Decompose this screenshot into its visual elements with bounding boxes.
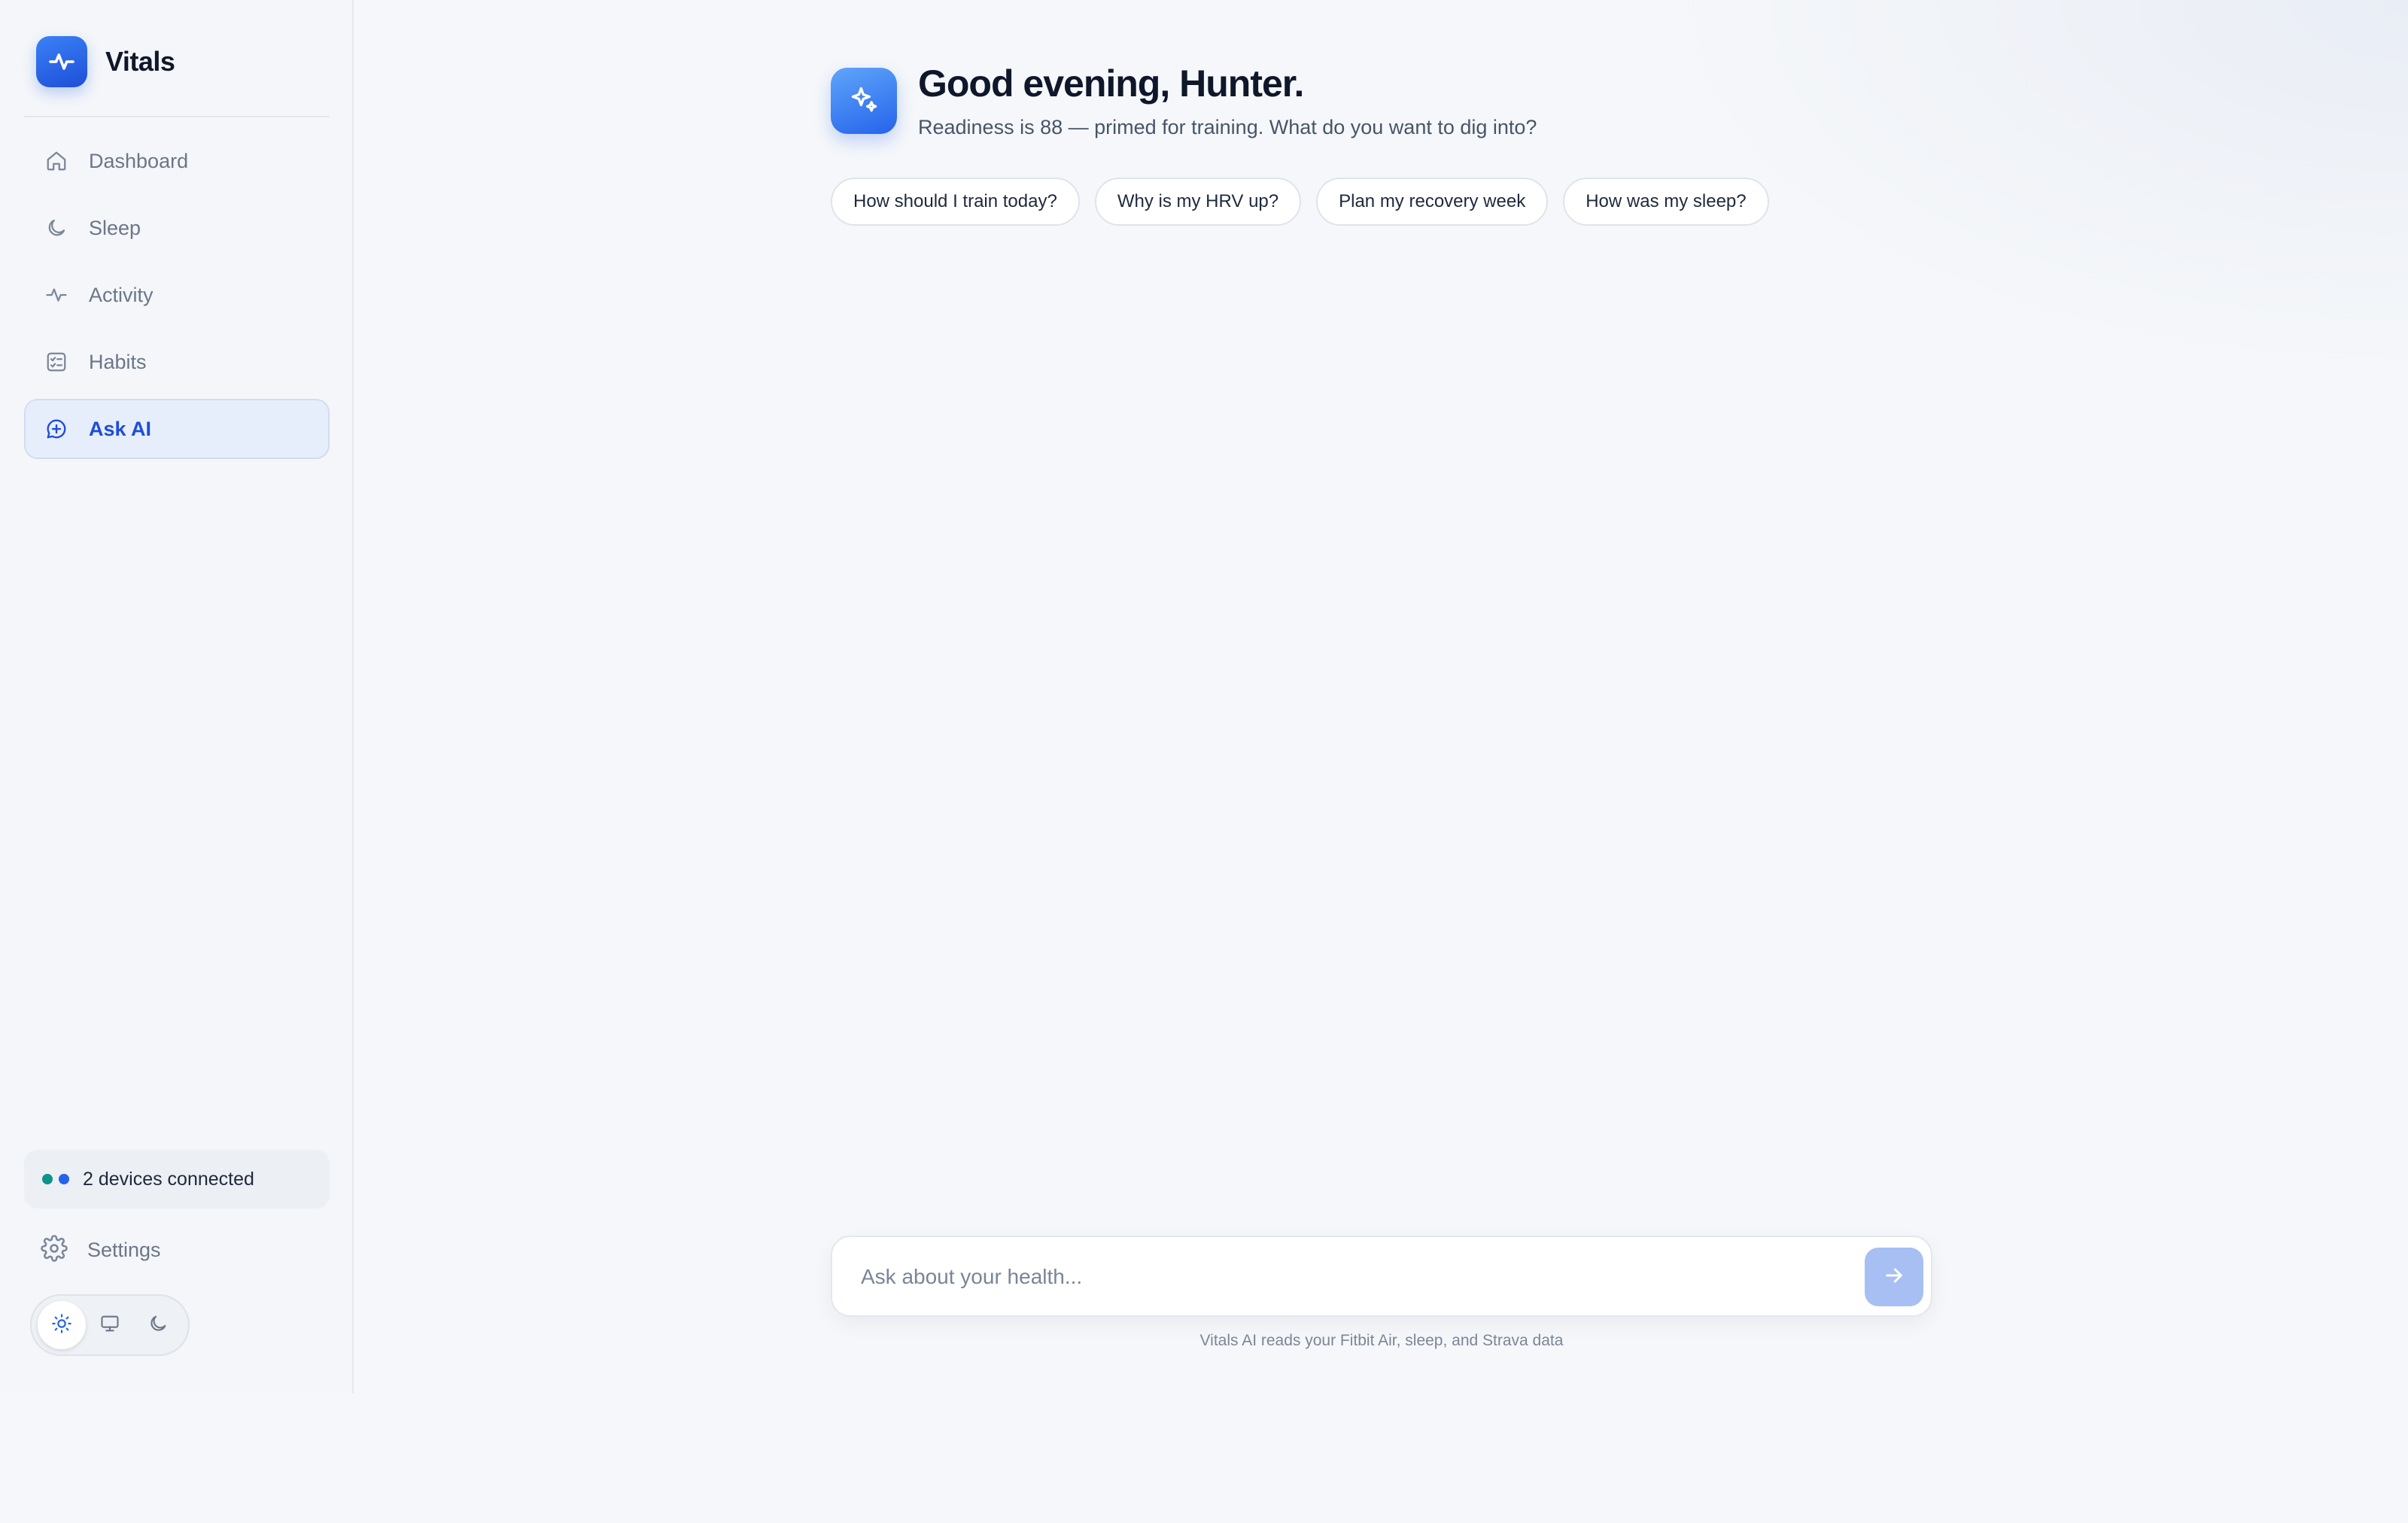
chat-sparkle-icon	[44, 416, 69, 442]
devices-label: 2 devices connected	[83, 1168, 254, 1190]
chat-input[interactable]	[861, 1255, 1839, 1299]
page-title: Good evening, Hunter.	[918, 62, 1304, 105]
sidebar-item-sleep[interactable]: Sleep	[24, 198, 330, 258]
home-icon	[44, 148, 69, 174]
divider	[24, 116, 330, 117]
suggestion-chip[interactable]: Plan my recovery week	[1316, 178, 1549, 226]
sidebar-item-label: Sleep	[89, 216, 141, 239]
chat-composer	[831, 1236, 1932, 1317]
settings-button[interactable]: Settings	[24, 1221, 330, 1279]
suggestion-chip[interactable]: How should I train today?	[831, 178, 1080, 226]
monitor-icon	[99, 1313, 120, 1338]
sidebar: Vitals Dashboard Sleep Activity Habits A…	[0, 0, 354, 1394]
pulse-icon	[36, 36, 87, 87]
sidebar-item-activity[interactable]: Activity	[24, 265, 330, 325]
device-dot	[59, 1174, 69, 1184]
theme-switcher	[30, 1294, 190, 1356]
app-name: Vitals	[105, 46, 175, 77]
app-window: Vitals Dashboard Sleep Activity Habits A…	[0, 0, 2408, 1394]
page-background	[0, 1394, 2408, 1523]
composer-footnote: Vitals AI reads your Fitbit Air, sleep, …	[1199, 1332, 1564, 1349]
brand[interactable]: Vitals	[36, 36, 175, 87]
moon-icon	[147, 1313, 169, 1338]
sparkle-icon	[831, 68, 897, 134]
arrow-right-icon	[1882, 1263, 1906, 1291]
gear-icon	[41, 1234, 68, 1266]
settings-label: Settings	[87, 1238, 161, 1261]
sidebar-item-habits[interactable]: Habits	[24, 332, 330, 392]
theme-system-button[interactable]	[86, 1301, 134, 1349]
page-subtitle: Readiness is 88 — primed for training. W…	[918, 116, 1537, 138]
theme-light-button[interactable]	[38, 1301, 86, 1349]
sidebar-item-label: Ask AI	[89, 417, 152, 440]
checklist-icon	[44, 349, 69, 375]
send-button[interactable]	[1865, 1248, 1923, 1306]
sidebar-nav: Dashboard Sleep Activity Habits Ask AI	[24, 131, 330, 466]
sun-icon	[51, 1313, 72, 1338]
sidebar-item-label: Dashboard	[89, 149, 189, 172]
device-dot	[42, 1174, 53, 1184]
suggestion-chip[interactable]: How was my sleep?	[1563, 178, 1769, 226]
sidebar-item-label: Habits	[89, 350, 147, 373]
main-panel: Good evening, Hunter. Readiness is 88 — …	[355, 0, 2408, 1394]
sidebar-item-label: Activity	[89, 283, 154, 306]
devices-status[interactable]: 2 devices connected	[24, 1150, 330, 1208]
activity-icon	[44, 282, 69, 308]
sidebar-item-ask-ai[interactable]: Ask AI	[24, 399, 330, 459]
theme-dark-button[interactable]	[134, 1301, 182, 1349]
suggestion-chips: How should I train today? Why is my HRV …	[831, 178, 1769, 226]
sidebar-item-dashboard[interactable]: Dashboard	[24, 131, 330, 191]
suggestion-chip[interactable]: Why is my HRV up?	[1094, 178, 1302, 226]
moon-icon	[44, 215, 69, 241]
